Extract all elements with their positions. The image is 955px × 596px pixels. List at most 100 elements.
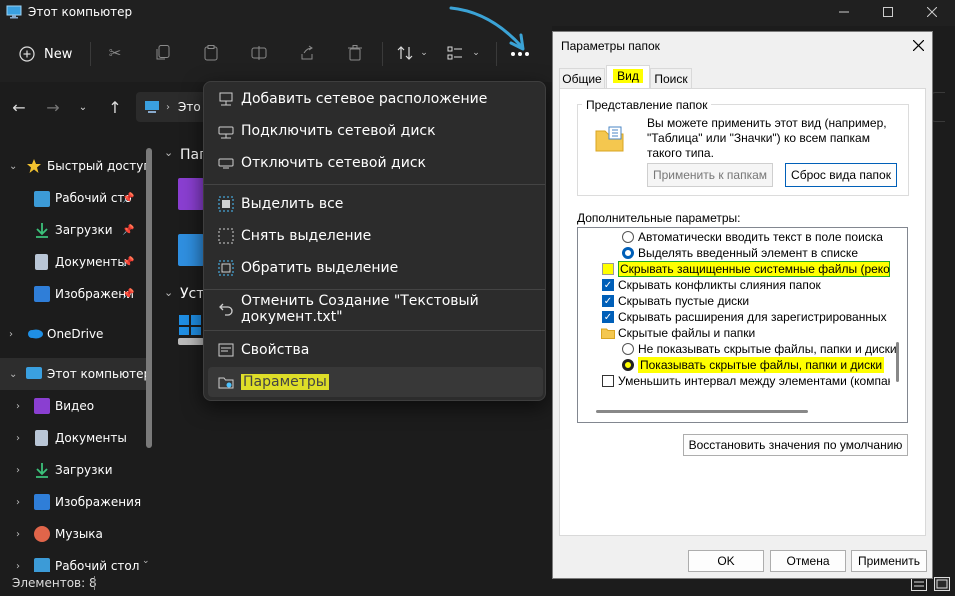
download-icon [34, 222, 50, 238]
devices-group-chevron-icon[interactable]: ⌄ [164, 286, 173, 299]
close-icon[interactable] [920, 2, 944, 22]
select-all-icon [217, 195, 235, 213]
menu-item-map-network-drive[interactable]: Подключить сетевой диск [208, 116, 543, 146]
horizontal-scrollbar-thumb[interactable] [596, 410, 808, 413]
sidebar-item-documents[interactable]: Документы 📌 [0, 246, 152, 278]
pin-icon: 📌 [122, 256, 135, 268]
chevron-right-icon: › [16, 528, 20, 540]
menu-item-properties[interactable]: Свойства [208, 335, 543, 365]
menu-item-label: Параметры [241, 374, 329, 390]
menu-item-select-none[interactable]: Снять выделение [208, 221, 543, 251]
music-icon [34, 526, 50, 542]
devices-group-header: Уст [180, 286, 205, 302]
close-icon[interactable] [909, 36, 927, 54]
menu-item-select-all[interactable]: Выделить все [208, 189, 543, 219]
sidebar-item-downloads-pc[interactable]: › Загрузки [0, 454, 152, 486]
menu-item-label: Отключить сетевой диск [241, 155, 426, 171]
cut-icon[interactable]: ✂ [106, 44, 124, 62]
option-checkbox[interactable]: ✓ [602, 279, 614, 291]
paste-icon[interactable] [202, 44, 220, 62]
breadcrumb-separator: › [166, 101, 170, 113]
sidebar-item-quick-access[interactable]: ⌄ Быстрый доступ [0, 150, 152, 182]
network-location-icon [217, 90, 235, 108]
sidebar-scrollbar[interactable] [146, 148, 152, 448]
sidebar-item-videos[interactable]: › Видео [0, 390, 152, 422]
toolbar-divider [382, 42, 383, 66]
cancel-button[interactable]: Отмена [770, 550, 846, 572]
computer-icon [144, 100, 160, 114]
option-radio[interactable] [622, 343, 634, 355]
option-radio[interactable] [622, 247, 634, 259]
video-folder-icon[interactable] [178, 178, 204, 210]
option-checkbox[interactable] [602, 375, 614, 387]
chevron-down-icon: ⌄ [420, 48, 428, 58]
status-bar: Элементов: 8 [0, 572, 552, 596]
folder-views-legend: Представление папок [582, 98, 712, 112]
new-button[interactable]: New [14, 40, 78, 68]
sidebar-item-pictures-pc[interactable]: › Изображения [0, 486, 152, 518]
sidebar-item-music[interactable]: › Музыка [0, 518, 152, 550]
folder-icon [601, 327, 615, 339]
minimize-icon[interactable] [832, 2, 856, 22]
back-icon[interactable]: ← [10, 98, 28, 117]
menu-item-label: Обратить выделение [241, 260, 399, 276]
maximize-icon[interactable] [876, 2, 900, 22]
pin-icon: 📌 [122, 192, 135, 204]
recent-chevron-icon[interactable]: ⌄ [76, 98, 90, 116]
tab-general[interactable]: Общие [559, 68, 605, 88]
share-icon[interactable] [298, 44, 316, 62]
menu-item-disconnect-network-drive[interactable]: Отключить сетевой диск [208, 148, 543, 178]
option-label: Уменьшить интервал между элементами (ком… [618, 374, 890, 388]
toolbar-divider [90, 42, 91, 66]
delete-icon[interactable] [346, 44, 364, 62]
advanced-settings-label: Дополнительные параметры: [577, 211, 741, 225]
window-title: Этот компьютер [28, 5, 133, 19]
option-label: Автоматически вводить текст в поле поиск… [638, 230, 883, 244]
menu-separator [204, 184, 545, 185]
copy-icon[interactable] [154, 44, 172, 62]
search-field[interactable] [931, 92, 945, 122]
rename-icon[interactable] [250, 44, 268, 62]
tab-view[interactable]: Вид [606, 65, 650, 89]
apply-to-folders-button[interactable]: Применить к папкам [647, 163, 773, 187]
folders-group-chevron-icon[interactable]: ⌄ [164, 146, 173, 159]
sidebar-item-onedrive[interactable]: › OneDrive [0, 318, 152, 350]
restore-defaults-button[interactable]: Восстановить значения по умолчанию [683, 434, 908, 456]
option-checkbox[interactable]: ✓ [602, 295, 614, 307]
invert-selection-icon [217, 259, 235, 277]
ok-button[interactable]: OK [688, 550, 764, 572]
drive-icon[interactable] [178, 314, 204, 346]
options-icon [217, 373, 235, 391]
menu-item-invert-selection[interactable]: Обратить выделение [208, 253, 543, 283]
chevron-right-icon: › [16, 464, 20, 476]
forward-icon[interactable]: → [44, 98, 62, 117]
undo-icon [217, 300, 235, 318]
reset-folders-button[interactable]: Сброс вида папок [785, 163, 897, 187]
option-checkbox[interactable] [602, 263, 614, 275]
option-radio[interactable] [622, 359, 634, 371]
vertical-scrollbar-thumb[interactable] [896, 342, 899, 382]
sidebar-item-desktop[interactable]: Рабочий сто 📌 [0, 182, 152, 214]
video-icon [34, 398, 50, 414]
option-label: Скрывать защищенные системные файлы (рек… [618, 261, 890, 277]
tab-search[interactable]: Поиск [650, 68, 692, 88]
sidebar-item-downloads[interactable]: Загрузки 📌 [0, 214, 152, 246]
address-field[interactable]: › Это [136, 92, 206, 122]
advanced-settings-list[interactable]: Автоматически вводить текст в поле поиск… [577, 227, 908, 423]
menu-item-add-network-location[interactable]: Добавить сетевое расположение [208, 84, 543, 114]
scroll-down-icon[interactable]: ⌄ [142, 556, 150, 566]
folder-icon[interactable] [178, 234, 204, 266]
option-label: Скрытые файлы и папки [618, 326, 756, 340]
tiles-view-icon[interactable] [933, 576, 951, 592]
sidebar-item-pictures[interactable]: Изображени 📌 [0, 278, 152, 310]
sort-button[interactable]: ⌄ [396, 44, 432, 62]
sidebar-item-this-pc[interactable]: ⌄ Этот компьютер [0, 358, 152, 390]
up-icon[interactable]: ↑ [106, 98, 124, 117]
menu-item-options[interactable]: Параметры [208, 367, 543, 397]
option-radio[interactable] [622, 231, 634, 243]
option-checkbox[interactable]: ✓ [602, 311, 614, 323]
description-line: "Таблица" или "Значки") ко всем папкам [647, 131, 870, 145]
sidebar-item-documents-pc[interactable]: › Документы [0, 422, 152, 454]
apply-button[interactable]: Применить [851, 550, 927, 572]
menu-item-undo[interactable]: Отменить Создание "Текстовый документ.tx… [208, 293, 543, 325]
